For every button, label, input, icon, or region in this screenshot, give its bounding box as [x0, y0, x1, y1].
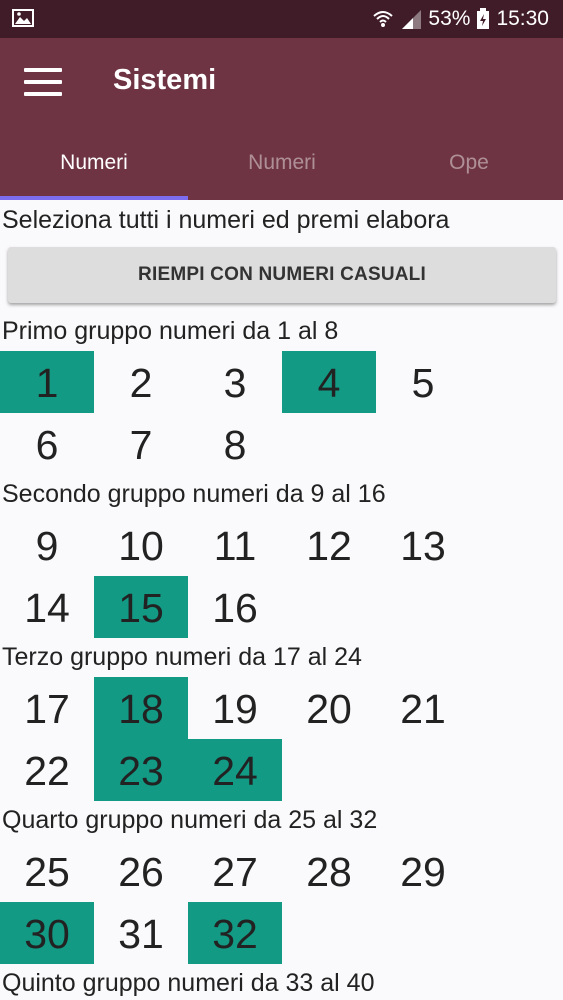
number-cell[interactable]: 2: [94, 351, 188, 413]
group-title: Primo gruppo numeri da 1 al 8: [2, 317, 339, 345]
number-cell[interactable]: 19: [188, 677, 282, 739]
battery-percent: 53%: [428, 7, 471, 30]
number-cell[interactable]: 21: [376, 677, 470, 739]
number-cell[interactable]: 4: [282, 351, 376, 413]
instructions-text: Seleziona tutti i numeri ed premi elabor…: [2, 206, 450, 234]
number-cell[interactable]: 6: [0, 413, 94, 475]
number-cell[interactable]: 15: [94, 576, 188, 638]
number-cell[interactable]: 10: [94, 514, 188, 576]
group-title: Quarto gruppo numeri da 25 al 32: [2, 806, 378, 834]
number-cell[interactable]: 20: [282, 677, 376, 739]
number-cell[interactable]: 29: [376, 840, 470, 902]
group-title: Terzo gruppo numeri da 17 al 24: [2, 643, 362, 671]
tab-bar: Numeri Numeri Ope: [0, 138, 563, 200]
number-cell[interactable]: 32: [188, 902, 282, 964]
number-cell[interactable]: 5: [376, 351, 470, 413]
number-cell[interactable]: 26: [94, 840, 188, 902]
signal-icon: [402, 10, 422, 29]
number-cell[interactable]: 18: [94, 677, 188, 739]
number-cell[interactable]: 14: [0, 576, 94, 638]
clock: 15:30: [496, 7, 549, 30]
group-title: Quinto gruppo numeri da 33 al 40: [2, 969, 375, 997]
battery-icon: [477, 8, 490, 29]
number-cell[interactable]: 31: [94, 902, 188, 964]
number-cell[interactable]: 11: [188, 514, 282, 576]
number-cell[interactable]: 27: [188, 840, 282, 902]
number-cell[interactable]: 17: [0, 677, 94, 739]
number-cell[interactable]: 12: [282, 514, 376, 576]
number-cell[interactable]: 1: [0, 351, 94, 413]
number-cell[interactable]: 3: [188, 351, 282, 413]
group-title: Secondo gruppo numeri da 9 al 16: [2, 480, 386, 508]
main-content: Seleziona tutti i numeri ed premi elabor…: [0, 200, 563, 1000]
number-cell[interactable]: 16: [188, 576, 282, 638]
number-cell[interactable]: 9: [0, 514, 94, 576]
wifi-icon: [373, 11, 394, 27]
app-bar: Sistemi Numeri Numeri Ope: [0, 38, 563, 200]
menu-icon[interactable]: [24, 68, 62, 96]
number-cell[interactable]: 28: [282, 840, 376, 902]
random-fill-button[interactable]: RIEMPI CON NUMERI CASUALI: [8, 247, 556, 303]
number-cell[interactable]: 30: [0, 902, 94, 964]
number-cell[interactable]: 7: [94, 413, 188, 475]
gallery-icon: [12, 9, 34, 27]
number-cell[interactable]: 25: [0, 840, 94, 902]
status-bar: 53% 15:30: [0, 0, 563, 38]
tab-ope[interactable]: Ope: [375, 138, 563, 200]
number-cell[interactable]: 8: [188, 413, 282, 475]
number-cell[interactable]: 24: [188, 739, 282, 801]
page-title: Sistemi: [113, 64, 217, 96]
number-cell[interactable]: 23: [94, 739, 188, 801]
tab-numeri-2[interactable]: Numeri: [188, 138, 376, 200]
number-cell[interactable]: 22: [0, 739, 94, 801]
tab-numeri-1[interactable]: Numeri: [0, 138, 188, 200]
number-cell[interactable]: 13: [376, 514, 470, 576]
